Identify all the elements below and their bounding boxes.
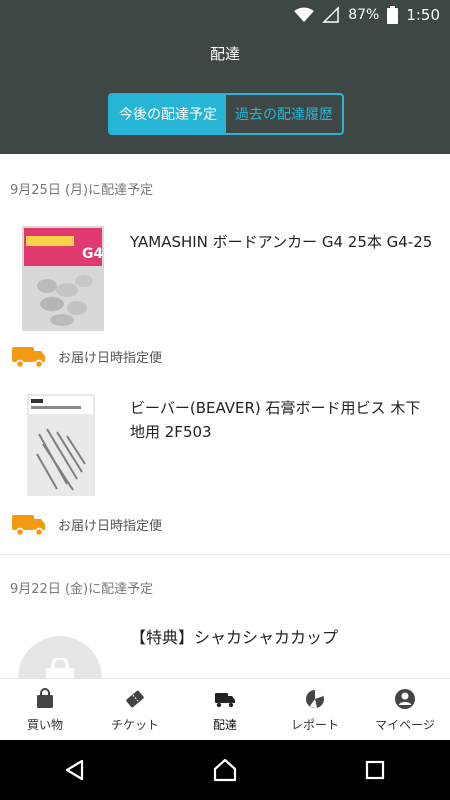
delivery-truck-icon [215,692,235,707]
shipping-label: お届け日時指定便 [58,518,163,534]
tab-label: チケット [110,717,159,732]
shipping-method: お届け日時指定便 [12,512,162,536]
product-name: YAMASHIN ボードアンカー G4 25本 G4-25 [130,233,433,251]
back-triangle-icon [65,759,84,781]
delivery-list: 9月25日 (月)に配達予定 G4 YAMASHIN ボードアンカー G4 25… [0,154,450,678]
clock: 1:50 [406,6,440,24]
delivery-date-header: 9月22日 (金)に配達予定 [10,582,154,597]
tab-label: 買い物 [26,717,63,732]
back-button[interactable] [45,740,105,800]
product-image-screws [27,394,95,496]
section-divider [0,554,450,555]
tab-ticket[interactable]: チケット [90,679,180,741]
product-name: 【特典】シャカシャカカップ [130,628,339,647]
battery-percent: 87% [348,7,380,23]
delivery-segmented-control: 今後の配達予定 過去の配達履歴 [108,93,344,135]
cellular-signal-icon [322,6,339,23]
delivery-item[interactable]: ビーバー(BEAVER) 石膏ボード用ビス 木下地用 2F503 [0,394,450,499]
delivery-item[interactable]: G4 YAMASHIN ボードアンカー G4 25本 G4-25 [0,226,450,336]
report-icon [306,689,324,708]
tab-label: マイページ [375,717,435,732]
delivery-date-header: 9月25日 (月)に配達予定 [10,183,154,198]
account-icon [395,688,415,709]
page-title: 配達 [209,45,240,63]
app-header: 配達 今後の配達予定 過去の配達履歴 [0,32,450,154]
shopping-bag-icon [46,658,74,678]
product-name: ビーバー(BEAVER) 石膏ボード用ビス 木下地用 2F503 [130,399,421,441]
shipping-label: お届け日時指定便 [58,350,163,366]
home-button[interactable] [195,740,255,800]
recents-square-icon [365,760,385,780]
tab-upcoming-deliveries[interactable]: 今後の配達予定 [110,95,226,133]
wifi-icon [294,7,315,22]
product-image-board-anchor: G4 [22,226,104,331]
recents-button[interactable] [345,740,405,800]
tab-label: レポート [290,717,339,732]
tab-report[interactable]: レポート [270,679,360,741]
bottom-tab-bar: 買い物 チケット 配達 レポート マイページ [0,678,450,741]
battery-icon [387,6,399,24]
ticket-icon [126,690,144,707]
system-navigation-bar [0,740,450,800]
truck-icon [12,347,45,368]
status-bar: 87% 1:50 [0,0,450,32]
tab-label: 配達 [212,717,237,732]
tab-past-deliveries[interactable]: 過去の配達履歴 [226,95,342,133]
tab-mypage[interactable]: マイページ [360,679,450,741]
truck-icon [12,515,45,536]
product-image-placeholder [18,636,102,678]
home-icon [213,758,237,782]
shopping-bag-icon [37,687,53,708]
status-icons: 87% 1:50 [294,6,440,24]
svg-text:G4: G4 [82,246,103,262]
delivery-item[interactable]: 【特典】シャカシャカカップ [0,624,450,678]
tab-shopping[interactable]: 買い物 [0,679,90,741]
tab-delivery[interactable]: 配達 [180,679,270,741]
shipping-method: お届け日時指定便 [12,344,162,368]
